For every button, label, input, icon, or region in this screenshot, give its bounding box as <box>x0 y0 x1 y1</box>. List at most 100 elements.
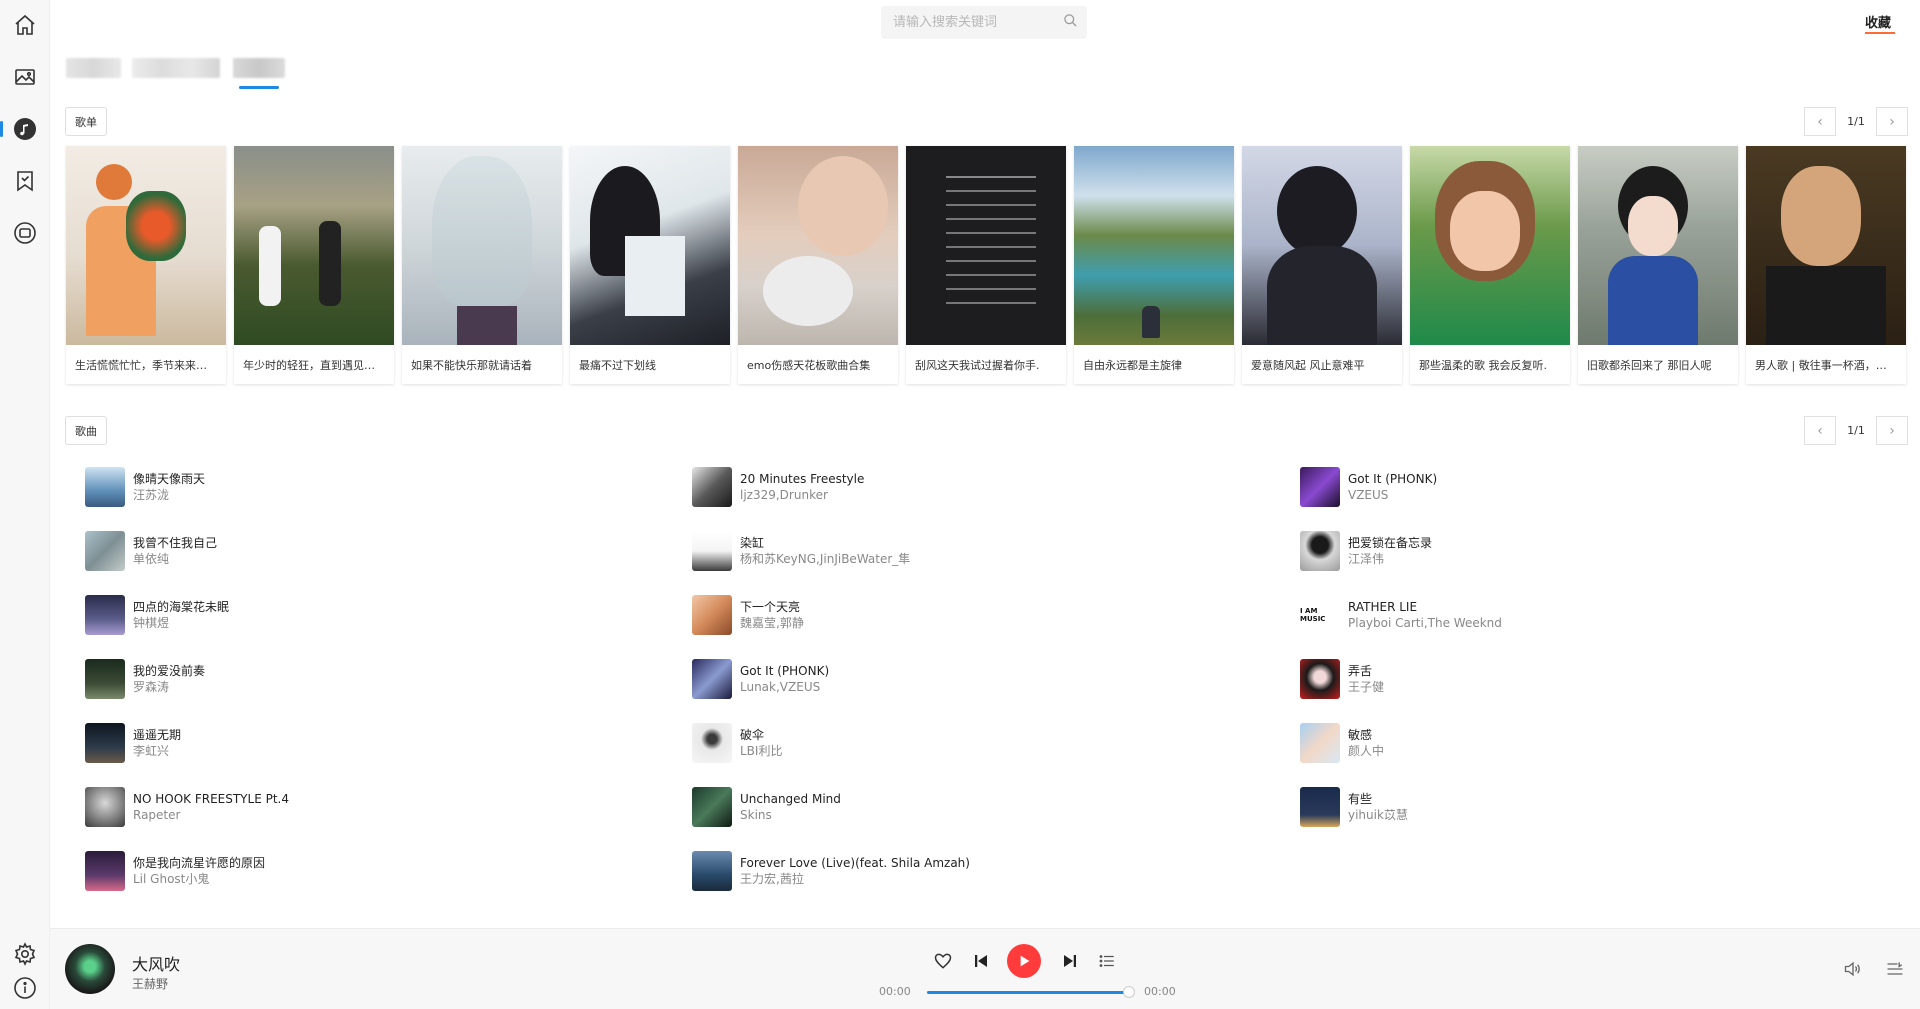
song-cover: I AM MUSIC <box>1300 595 1340 635</box>
search-icon[interactable] <box>1063 13 1078 32</box>
song-item[interactable]: 染缸 杨和苏KeyNG,JinJiBeWater_隼 <box>692 530 1192 572</box>
song-name: 把爱锁在备忘录 <box>1348 536 1433 550</box>
song-name: 遥遥无期 <box>133 728 182 742</box>
song-artist: 钟棋煜 <box>133 616 170 630</box>
play-button[interactable] <box>1007 944 1041 978</box>
playlist-title: 如果不能快乐那就请话着 <box>411 358 532 372</box>
now-playing-artist: 王赫野 <box>132 977 169 991</box>
tab-blurred-3[interactable] <box>233 58 285 78</box>
settings-gear-icon[interactable] <box>12 941 38 967</box>
image-icon[interactable] <box>12 64 38 90</box>
song-name: 有些 <box>1348 792 1373 806</box>
song-artist: yihuik苡慧 <box>1348 808 1408 822</box>
song-cover <box>692 531 732 571</box>
prev-page-button[interactable]: ‹ <box>1804 416 1836 445</box>
song-name: 像晴天像雨天 <box>133 472 206 486</box>
message-icon[interactable] <box>12 220 38 246</box>
song-cover <box>85 595 125 635</box>
song-artist: Lunak,VZEUS <box>740 680 821 694</box>
tab-blurred-2[interactable] <box>132 58 220 78</box>
song-name: 破伞 <box>740 728 765 742</box>
song-item[interactable]: 20 Minutes Freestyle ljz329,Drunker <box>692 466 1192 508</box>
song-item[interactable]: 下一个天亮 魏嘉莹,郭静 <box>692 594 1192 636</box>
playlist-card[interactable]: 那些温柔的歌 我会反复听. <box>1410 146 1570 384</box>
playlist-cover <box>1242 146 1402 345</box>
song-cover <box>85 659 125 699</box>
playlist-card[interactable]: 最痛不过下划线 <box>570 146 730 384</box>
playlist-title: emo伤感天花板歌曲合集 <box>747 358 871 372</box>
progress-knob[interactable] <box>1123 986 1135 998</box>
playlist-cards: 生活慌慌忙忙，季节来来往往 年少时的轻狂，直到遇见你才停下 如果不能快乐那就请话… <box>66 146 1906 384</box>
playlist-title: 刮风这天我试过握着你手. <box>915 358 1040 372</box>
home-icon[interactable] <box>12 12 38 38</box>
playlist-card[interactable]: 自由永远都是主旋律 <box>1074 146 1234 384</box>
volume-icon[interactable] <box>1841 957 1865 981</box>
song-item[interactable]: 遥遥无期 李虹兴 <box>85 722 585 764</box>
next-page-button[interactable]: › <box>1876 416 1908 445</box>
song-item[interactable]: 敏感 颜人中 <box>1300 722 1800 764</box>
playlist-card[interactable]: 爱意随风起 风止意难平 <box>1242 146 1402 384</box>
playlist-card[interactable]: 如果不能快乐那就请话着 <box>402 146 562 384</box>
song-item[interactable]: 把爱锁在备忘录 江泽伟 <box>1300 530 1800 572</box>
prev-page-button[interactable]: ‹ <box>1804 107 1836 136</box>
song-artist: 李虹兴 <box>133 744 170 758</box>
playlist-card[interactable]: 旧歌都杀回来了 那旧人呢 <box>1578 146 1738 384</box>
song-item[interactable]: 我的爱没前奏 罗森涛 <box>85 658 585 700</box>
song-artist: Rapeter <box>133 808 181 822</box>
playlist-cover <box>1578 146 1738 345</box>
song-item[interactable]: 有些 yihuik苡慧 <box>1300 786 1800 828</box>
song-name: 20 Minutes Freestyle <box>740 472 865 486</box>
next-page-button[interactable]: › <box>1876 107 1908 136</box>
left-sidebar <box>0 0 50 1009</box>
active-tab-underline <box>239 86 279 89</box>
song-item[interactable]: Got It (PHONK) VZEUS <box>1300 466 1800 508</box>
song-cover <box>1300 659 1340 699</box>
search-input[interactable] <box>893 15 1063 30</box>
playlist-card[interactable]: 男人歌 | 敬往事一杯酒，再爱也不回头 <box>1746 146 1906 384</box>
playlist-card[interactable]: 刮风这天我试过握着你手. <box>906 146 1066 384</box>
song-item[interactable]: 弄舌 王子健 <box>1300 658 1800 700</box>
playlist-card[interactable]: 年少时的轻狂，直到遇见你才停下 <box>234 146 394 384</box>
bookmark-icon[interactable] <box>12 168 38 194</box>
song-artist: 单依纯 <box>133 552 170 566</box>
song-cover <box>85 723 125 763</box>
lyrics-list-icon[interactable] <box>1883 957 1907 981</box>
playlist-title: 最痛不过下划线 <box>579 358 656 372</box>
next-track-icon[interactable] <box>1058 949 1082 973</box>
song-item[interactable]: 你是我向流星许愿的原因 Lil Ghost小鬼 <box>85 850 585 892</box>
previous-track-icon[interactable] <box>969 949 993 973</box>
song-item[interactable]: Got It (PHONK) Lunak,VZEUS <box>692 658 1192 700</box>
song-name: 染缸 <box>740 536 765 550</box>
playlist-title: 那些温柔的歌 我会反复听. <box>1419 358 1547 372</box>
song-name: 你是我向流星许愿的原因 <box>133 856 266 870</box>
music-app: 收藏 歌单 ‹ 1/1 › 生活慌慌忙忙，季节来来往往 年少时的轻狂，直到遇见你… <box>0 0 1920 1009</box>
tab-blurred-1[interactable] <box>66 58 121 78</box>
song-item[interactable]: 我曾不住我自己 单依纯 <box>85 530 585 572</box>
song-item[interactable]: 四点的海棠花未眠 钟棋煜 <box>85 594 585 636</box>
total-time: 00:00 <box>1144 985 1176 998</box>
song-name: Unchanged Mind <box>740 792 841 806</box>
song-item[interactable]: NO HOOK FREESTYLE Pt.4 Rapeter <box>85 786 585 828</box>
info-icon[interactable] <box>12 975 38 1001</box>
song-item[interactable]: Forever Love (Live)(feat. Shila Amzah) 王力… <box>692 850 1192 892</box>
favorites-link[interactable]: 收藏 <box>1865 12 1891 31</box>
song-item[interactable]: 像晴天像雨天 汪苏泷 <box>85 466 585 508</box>
playlists-label: 歌单 <box>65 107 107 136</box>
song-item[interactable]: 破伞 LBI利比 <box>692 722 1192 764</box>
playlist-card[interactable]: emo伤感天花板歌曲合集 <box>738 146 898 384</box>
now-playing-cover[interactable] <box>65 944 115 994</box>
song-artist: 罗森涛 <box>133 680 170 694</box>
song-item[interactable]: I AM MUSIC RATHER LIE Playboi Carti,The W… <box>1300 594 1800 636</box>
playlist-title: 爱意随风起 风止意难平 <box>1251 358 1365 372</box>
playlist-card[interactable]: 生活慌慌忙忙，季节来来往往 <box>66 146 226 384</box>
progress-bar[interactable] <box>927 991 1127 994</box>
song-cover <box>692 723 732 763</box>
song-artist: 江泽伟 <box>1348 552 1385 566</box>
like-heart-icon[interactable] <box>931 949 955 973</box>
active-indicator <box>0 121 3 137</box>
music-note-icon[interactable] <box>12 116 38 142</box>
song-item[interactable]: Unchanged Mind Skins <box>692 786 1192 828</box>
song-cover <box>85 467 125 507</box>
song-name: 四点的海棠花未眠 <box>133 600 230 614</box>
playlist-queue-icon[interactable] <box>1095 949 1119 973</box>
